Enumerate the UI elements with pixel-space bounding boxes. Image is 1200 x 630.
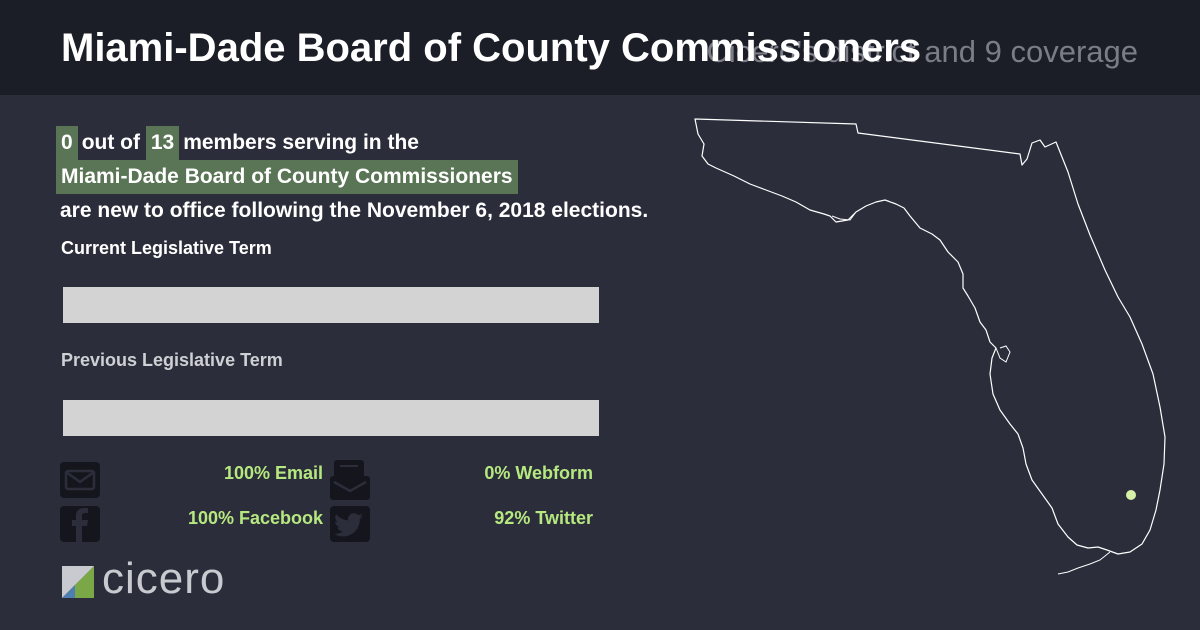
total-member-count: 13 bbox=[145, 126, 180, 160]
body-name: Miami-Dade Board of County Commissioners bbox=[56, 160, 518, 194]
previous-term-bar bbox=[63, 400, 599, 436]
facebook-stat: 100% Facebook bbox=[187, 508, 323, 528]
miami-dade-marker bbox=[1126, 490, 1136, 500]
new-member-count: 0 bbox=[56, 126, 78, 160]
page-title: Miami-Dade Board of County Commissioners bbox=[61, 26, 922, 70]
summary-ending: are new to office following the November… bbox=[60, 199, 649, 222]
twitter-icon bbox=[330, 506, 370, 542]
summary-out-of: out of bbox=[81, 131, 140, 154]
florida-outline bbox=[694, 118, 1166, 555]
twitter-stat: 92% Twitter bbox=[494, 508, 593, 528]
summary-text: 0 out of 13 members serving in the Miami-D… bbox=[56, 126, 756, 228]
florida-map bbox=[694, 118, 1166, 575]
summary-line-3: are new to office following the November… bbox=[56, 194, 756, 228]
current-term-label: Current Legislative Term bbox=[61, 238, 272, 258]
summary-serving: members serving in the bbox=[183, 131, 419, 154]
webform-stat: 0% Webform bbox=[484, 463, 593, 483]
facebook-icon bbox=[60, 506, 100, 542]
cicero-logo-mark bbox=[62, 566, 94, 598]
summary-line-2: Miami-Dade Board of County Commissioners bbox=[56, 160, 756, 194]
webform-icon bbox=[330, 460, 370, 500]
cicero-logo-text: cicero bbox=[102, 554, 226, 603]
cicero-logo: cicero bbox=[62, 554, 272, 603]
email-stat: 100% Email bbox=[223, 463, 323, 483]
email-icon bbox=[60, 462, 100, 498]
previous-term-label: Previous Legislative Term bbox=[61, 350, 283, 370]
summary-line-1: 0 out of 13 members serving in the bbox=[56, 126, 756, 160]
current-term-bar bbox=[63, 287, 599, 323]
